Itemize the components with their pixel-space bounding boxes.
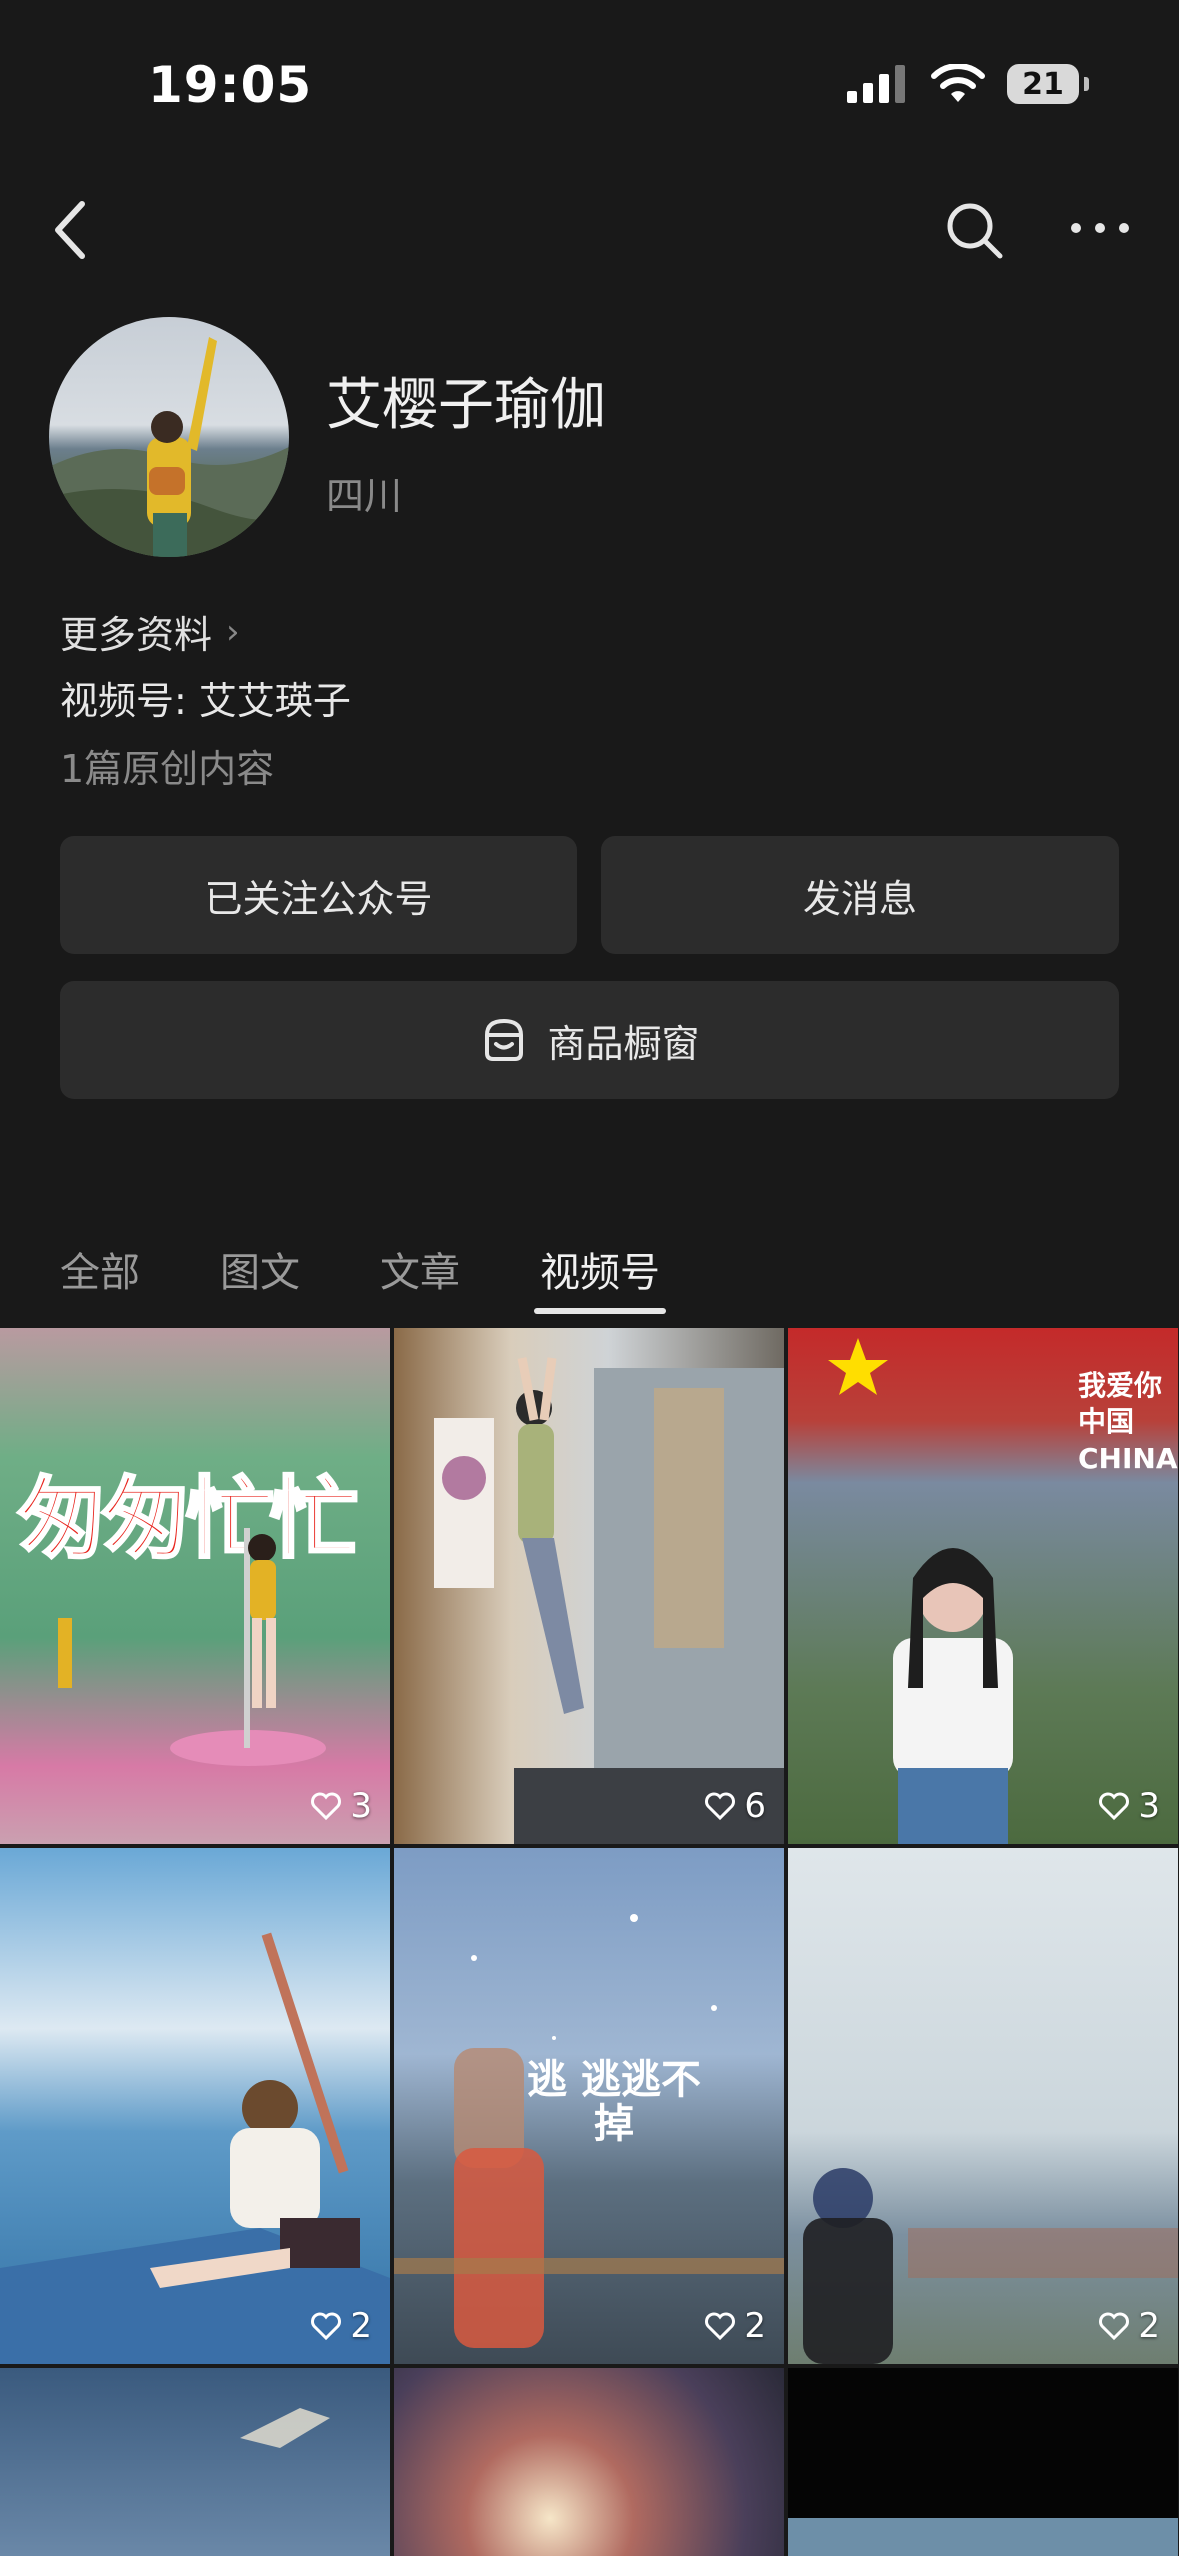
tab-articles[interactable]: 文章 [380, 1240, 460, 1298]
search-button[interactable] [940, 196, 1010, 266]
video-overlay-text: 逃 逃逃不掉 [527, 2056, 701, 2147]
profile-name: 艾樱子瑜伽 [326, 373, 606, 438]
status-time: 19:05 [148, 56, 313, 114]
followed-button-label: 已关注公众号 [204, 876, 433, 921]
video-thumbnail[interactable] [788, 2368, 1178, 2556]
like-count: 3 [310, 1786, 372, 1826]
like-count: 2 [310, 2306, 372, 2346]
video-thumbnail[interactable]: 2 [0, 1848, 390, 2364]
video-grid: 匆匆忙忙 3 6 我爱你中国 CHINA 3 2 逃 逃逃不掉 2 2 [0, 1328, 1179, 2556]
profile-region: 四川 [326, 474, 403, 518]
video-overlay-text: 我爱你中国 CHINA [1078, 1369, 1178, 1475]
avatar[interactable] [49, 317, 289, 557]
heart-icon [311, 2312, 342, 2341]
back-button[interactable] [40, 190, 104, 270]
thumbnail-art [58, 1528, 326, 1766]
chevron-left-icon [55, 201, 85, 259]
video-thumbnail[interactable]: 逃 逃逃不掉 2 [394, 1848, 784, 2364]
tab-channels[interactable]: 视频号 [534, 1240, 666, 1314]
more-horizontal-icon [1071, 223, 1129, 233]
shop-window-button[interactable]: 商品橱窗 [60, 981, 1119, 1099]
like-count-value: 2 [744, 2306, 766, 2346]
shop-window-label: 商品橱窗 [547, 1021, 700, 1066]
channel-link[interactable]: 视频号: 艾艾瑛子 [60, 670, 351, 725]
heart-icon [1099, 2312, 1130, 2341]
search-icon [947, 203, 1003, 259]
thumbnail-art [240, 2408, 330, 2448]
more-button[interactable] [1060, 198, 1140, 258]
send-message-label: 发消息 [802, 876, 917, 921]
signal-icon [847, 65, 905, 103]
like-count: 2 [1098, 2306, 1160, 2346]
tab-all[interactable]: 全部 [60, 1240, 140, 1298]
like-count-value: 3 [1138, 1786, 1160, 1826]
heart-icon [1099, 1792, 1130, 1821]
heart-icon [705, 1792, 736, 1821]
like-count-value: 3 [350, 1786, 372, 1826]
shop-window-icon [485, 1018, 524, 1061]
like-count: 6 [704, 1786, 766, 1826]
thumbnail-art [434, 1357, 784, 1844]
wifi-icon [931, 64, 985, 102]
video-thumbnail[interactable]: 匆匆忙忙 3 [0, 1328, 390, 1844]
thumbnail-art [803, 2168, 1178, 2364]
video-thumbnail[interactable] [394, 2368, 784, 2556]
send-message-button[interactable]: 发消息 [601, 836, 1119, 954]
like-count-value: 6 [744, 1786, 766, 1826]
video-thumbnail[interactable]: 我爱你中国 CHINA 3 [788, 1328, 1178, 1844]
chevron-right-icon: › [226, 611, 240, 652]
video-thumbnail[interactable]: 2 [788, 1848, 1178, 2364]
like-count-value: 2 [350, 2306, 372, 2346]
thumbnail-art [788, 2518, 1178, 2556]
tab-image-text[interactable]: 图文 [220, 1240, 300, 1298]
thumbnail-art [0, 1932, 390, 2364]
like-count-value: 2 [1138, 2306, 1160, 2346]
avatar-person-silhouette [49, 337, 289, 557]
content-tabs: 全部 图文 文章 视频号 [60, 1240, 740, 1314]
video-thumbnail[interactable]: 6 [394, 1328, 784, 1844]
heart-icon [705, 2312, 736, 2341]
status-icons: 21 [847, 64, 1089, 104]
original-content-count: 1篇原创内容 [60, 747, 275, 791]
followed-button[interactable]: 已关注公众号 [60, 836, 577, 954]
battery-indicator: 21 [1007, 64, 1089, 104]
more-info-link[interactable]: 更多资料 › [60, 604, 240, 659]
like-count: 2 [704, 2306, 766, 2346]
heart-icon [311, 1792, 342, 1821]
more-info-label: 更多资料 [60, 613, 213, 657]
like-count: 3 [1098, 1786, 1160, 1826]
battery-level: 21 [1022, 66, 1064, 102]
video-thumbnail[interactable] [0, 2368, 390, 2556]
